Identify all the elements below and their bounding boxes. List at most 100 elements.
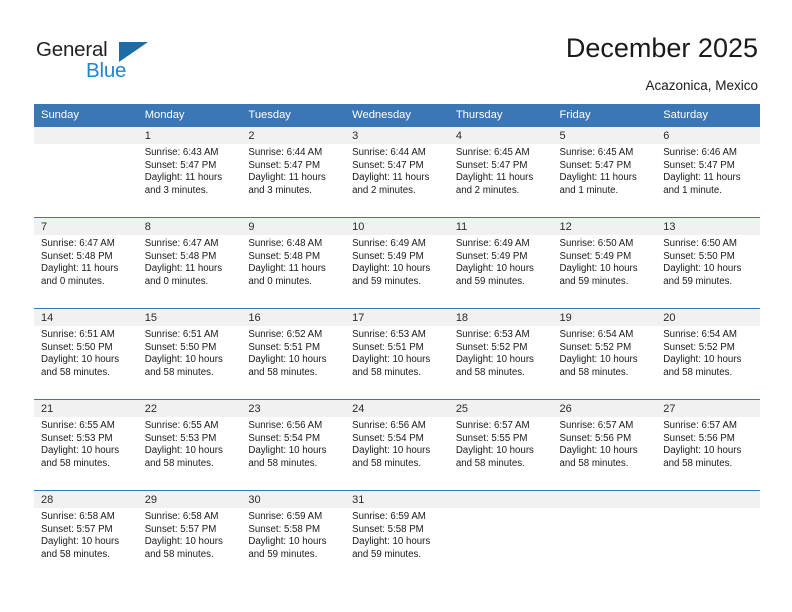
weekday-header-sunday: Sunday — [34, 104, 138, 127]
calendar-day-cell[interactable]: 25 Sunrise: 6:57 AM Sunset: 5:55 PM Dayligh… — [448, 399, 553, 491]
day-cell-inner: 9 Sunrise: 6:48 AM Sunset: 5:48 PM Daylight… — [241, 218, 346, 308]
sunset-text: Sunset: 5:47 PM — [663, 159, 735, 171]
sunrise-text: Sunrise: 6:53 AM — [352, 329, 426, 340]
sunrise-text: Sunrise: 6:55 AM — [144, 420, 219, 431]
day-sun-info: Sunrise: 6:53 AM Sunset: 5:52 PM Daylight:… — [449, 326, 553, 379]
daylight-text-line2: and 58 minutes. — [144, 457, 214, 469]
daylight-text-line2: and 2 minutes. — [455, 184, 520, 196]
calendar-day-cell[interactable]: 31 Sunrise: 6:59 AM Sunset: 5:58 PM Dayligh… — [345, 490, 449, 581]
calendar-day-cell[interactable]: 3 Sunrise: 6:44 AM Sunset: 5:47 PM Daylight… — [345, 126, 449, 218]
sunrise-text: Sunrise: 6:47 AM — [41, 238, 115, 249]
day-number: 11 — [448, 218, 553, 235]
page-header: General Blue December 2025 Acazonica, Me… — [0, 0, 792, 100]
sunrise-text: Sunrise: 6:47 AM — [144, 238, 219, 249]
calendar-day-cell[interactable]: 19 Sunrise: 6:54 AM Sunset: 5:52 PM Dayligh… — [552, 308, 657, 400]
daylight-text-line1: Daylight: 11 hours — [455, 172, 534, 184]
sunrise-text: Sunrise: 6:57 AM — [663, 420, 737, 431]
calendar-day-cell[interactable]: 29 Sunrise: 6:58 AM Sunset: 5:57 PM Dayligh… — [137, 490, 242, 581]
sunrise-text: Sunrise: 6:44 AM — [352, 147, 426, 158]
calendar-day-cell[interactable]: 17 Sunrise: 6:53 AM Sunset: 5:51 PM Dayligh… — [345, 308, 449, 400]
calendar-day-cell[interactable]: 16 Sunrise: 6:52 AM Sunset: 5:51 PM Dayligh… — [241, 308, 346, 400]
day-number: 9 — [241, 218, 346, 235]
calendar-day-cell[interactable]: 15 Sunrise: 6:51 AM Sunset: 5:50 PM Dayligh… — [137, 308, 242, 400]
day-cell-inner: 13 Sunrise: 6:50 AM Sunset: 5:50 PM Dayligh… — [656, 218, 760, 308]
calendar-day-cell[interactable]: 6 Sunrise: 6:46 AM Sunset: 5:47 PM Daylight… — [656, 126, 760, 218]
day-cell-inner: 28 Sunrise: 6:58 AM Sunset: 5:57 PM Dayligh… — [34, 491, 138, 581]
sunset-text: Sunset: 5:49 PM — [455, 250, 528, 262]
day-cell-inner: 16 Sunrise: 6:52 AM Sunset: 5:51 PM Dayligh… — [241, 309, 346, 399]
calendar-week-row: 28 Sunrise: 6:58 AM Sunset: 5:57 PM Dayligh… — [34, 490, 760, 581]
calendar-day-cell[interactable]: 20 Sunrise: 6:54 AM Sunset: 5:52 PM Dayligh… — [656, 308, 760, 400]
daylight-text-line1: Daylight: 10 hours — [559, 354, 638, 366]
day-cell-inner: 5 Sunrise: 6:45 AM Sunset: 5:47 PM Daylight… — [552, 127, 657, 217]
sunrise-text: Sunrise: 6:50 AM — [559, 238, 634, 249]
sunrise-text: Sunrise: 6:48 AM — [248, 238, 323, 249]
day-number: 3 — [345, 127, 449, 144]
day-number: 16 — [241, 309, 346, 326]
sunset-text: Sunset: 5:48 PM — [41, 250, 113, 262]
day-sun-info: Sunrise: 6:59 AM Sunset: 5:58 PM Daylight:… — [345, 508, 449, 561]
day-cell-inner: 10 Sunrise: 6:49 AM Sunset: 5:49 PM Dayligh… — [345, 218, 449, 308]
daylight-text-line1: Daylight: 10 hours — [559, 445, 638, 457]
day-cell-inner: 8 Sunrise: 6:47 AM Sunset: 5:48 PM Daylight… — [137, 218, 242, 308]
calendar-day-cell[interactable]: 30 Sunrise: 6:59 AM Sunset: 5:58 PM Dayligh… — [241, 490, 346, 581]
day-cell-inner: 19 Sunrise: 6:54 AM Sunset: 5:52 PM Dayligh… — [552, 309, 657, 399]
calendar-day-cell[interactable]: 9 Sunrise: 6:48 AM Sunset: 5:48 PM Daylight… — [241, 217, 346, 309]
sunrise-text: Sunrise: 6:54 AM — [559, 329, 634, 340]
calendar-day-cell[interactable]: 18 Sunrise: 6:53 AM Sunset: 5:52 PM Dayligh… — [448, 308, 553, 400]
day-sun-info: Sunrise: 6:58 AM Sunset: 5:57 PM Daylight:… — [138, 508, 242, 561]
daylight-text-line2: and 1 minute. — [663, 184, 722, 196]
day-number: 22 — [137, 400, 242, 417]
calendar-day-cell[interactable]: 2 Sunrise: 6:44 AM Sunset: 5:47 PM Daylight… — [241, 126, 346, 218]
sunset-text: Sunset: 5:47 PM — [352, 159, 424, 171]
sunset-text: Sunset: 5:57 PM — [41, 523, 113, 535]
day-number: 17 — [345, 309, 449, 326]
daylight-text-line1: Daylight: 11 hours — [248, 172, 326, 184]
day-cell-inner: 11 Sunrise: 6:49 AM Sunset: 5:49 PM Dayligh… — [448, 218, 553, 308]
day-number: 29 — [137, 491, 242, 508]
daylight-text-line1: Daylight: 10 hours — [248, 445, 327, 457]
day-sun-info: Sunrise: 6:54 AM Sunset: 5:52 PM Daylight:… — [656, 326, 760, 379]
calendar-day-cell[interactable]: 26 Sunrise: 6:57 AM Sunset: 5:56 PM Dayligh… — [552, 399, 657, 491]
calendar-day-cell[interactable]: 4 Sunrise: 6:45 AM Sunset: 5:47 PM Daylight… — [448, 126, 553, 218]
daylight-text-line1: Daylight: 10 hours — [663, 354, 742, 366]
calendar-day-cell[interactable]: 24 Sunrise: 6:56 AM Sunset: 5:54 PM Dayligh… — [345, 399, 449, 491]
calendar-day-cell[interactable]: 11 Sunrise: 6:49 AM Sunset: 5:49 PM Dayligh… — [448, 217, 553, 309]
day-sun-info: Sunrise: 6:58 AM Sunset: 5:57 PM Daylight:… — [34, 508, 138, 561]
day-sun-info: Sunrise: 6:56 AM Sunset: 5:54 PM Daylight:… — [345, 417, 449, 470]
daylight-text-line2: and 58 minutes. — [663, 366, 733, 378]
daylight-text-line1: Daylight: 10 hours — [352, 354, 431, 366]
day-sun-info: Sunrise: 6:49 AM Sunset: 5:49 PM Daylight:… — [449, 235, 553, 288]
daylight-text-line1: Daylight: 10 hours — [663, 445, 742, 457]
general-blue-logo[interactable]: General Blue — [36, 38, 156, 84]
calendar-day-cell[interactable]: 10 Sunrise: 6:49 AM Sunset: 5:49 PM Dayligh… — [345, 217, 449, 309]
calendar-day-cell[interactable]: 27 Sunrise: 6:57 AM Sunset: 5:56 PM Dayligh… — [656, 399, 760, 491]
day-number: 15 — [137, 309, 242, 326]
daylight-text-line1: Daylight: 10 hours — [559, 263, 638, 275]
day-number: 7 — [34, 218, 138, 235]
calendar-day-cell[interactable]: 21 Sunrise: 6:55 AM Sunset: 5:53 PM Dayligh… — [34, 399, 138, 491]
calendar-day-cell[interactable]: 14 Sunrise: 6:51 AM Sunset: 5:50 PM Dayligh… — [34, 308, 138, 400]
calendar-day-cell[interactable]: 5 Sunrise: 6:45 AM Sunset: 5:47 PM Daylight… — [552, 126, 657, 218]
calendar-day-cell[interactable]: 22 Sunrise: 6:55 AM Sunset: 5:53 PM Dayligh… — [137, 399, 242, 491]
sunset-text: Sunset: 5:54 PM — [248, 432, 321, 444]
calendar-day-cell[interactable]: 7 Sunrise: 6:47 AM Sunset: 5:48 PM Daylight… — [34, 217, 138, 309]
weekday-header-friday: Friday — [552, 104, 657, 127]
weekday-header-wednesday: Wednesday — [345, 104, 449, 127]
calendar-day-cell[interactable]: 8 Sunrise: 6:47 AM Sunset: 5:48 PM Daylight… — [137, 217, 242, 309]
calendar-day-cell[interactable]: 1 Sunrise: 6:43 AM Sunset: 5:47 PM Daylight… — [137, 126, 242, 218]
calendar-day-cell[interactable]: 28 Sunrise: 6:58 AM Sunset: 5:57 PM Dayligh… — [34, 490, 138, 581]
day-sun-info: Sunrise: 6:47 AM Sunset: 5:48 PM Daylight:… — [138, 235, 242, 288]
day-sun-info: Sunrise: 6:44 AM Sunset: 5:47 PM Daylight:… — [345, 144, 449, 197]
day-sun-info: Sunrise: 6:48 AM Sunset: 5:48 PM Daylight:… — [241, 235, 345, 288]
day-sun-info: Sunrise: 6:50 AM Sunset: 5:49 PM Daylight:… — [553, 235, 657, 288]
calendar-day-cell[interactable]: 13 Sunrise: 6:50 AM Sunset: 5:50 PM Dayligh… — [656, 217, 760, 309]
calendar-day-cell[interactable]: 23 Sunrise: 6:56 AM Sunset: 5:54 PM Dayligh… — [241, 399, 346, 491]
daylight-text-line2: and 58 minutes. — [248, 366, 318, 378]
sunset-text: Sunset: 5:52 PM — [663, 341, 735, 353]
daylight-text-line1: Daylight: 10 hours — [144, 536, 223, 548]
day-sun-info: Sunrise: 6:51 AM Sunset: 5:50 PM Daylight:… — [138, 326, 242, 379]
day-cell-inner: 26 Sunrise: 6:57 AM Sunset: 5:56 PM Dayligh… — [552, 400, 657, 490]
sunset-text: Sunset: 5:52 PM — [559, 341, 632, 353]
calendar-day-cell[interactable]: 12 Sunrise: 6:50 AM Sunset: 5:49 PM Dayligh… — [552, 217, 657, 309]
